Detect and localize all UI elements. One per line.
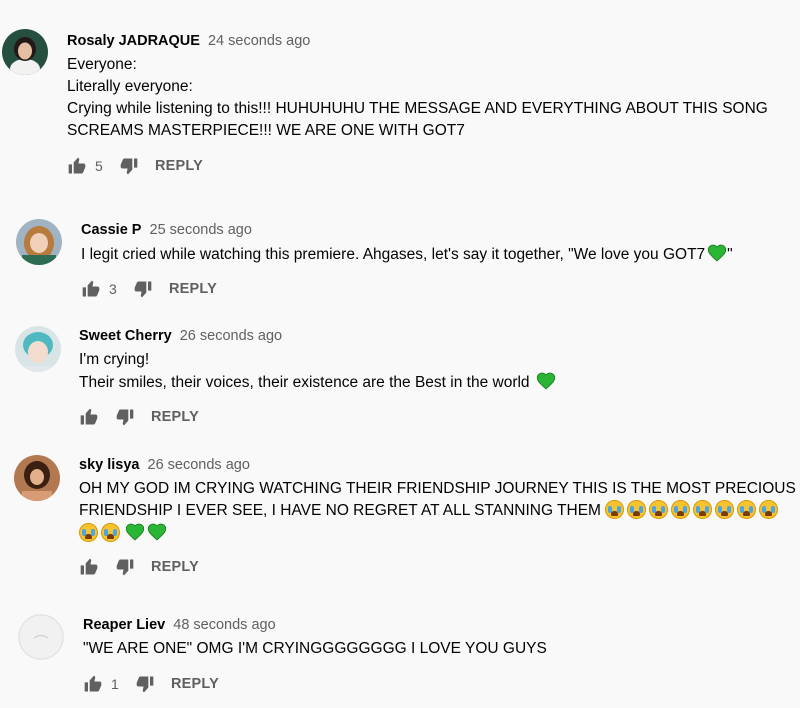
avatar[interactable] bbox=[15, 326, 61, 372]
green-heart-icon bbox=[147, 522, 167, 542]
comment-actions: REPLY bbox=[79, 555, 199, 579]
comment-actions: 1 REPLY bbox=[83, 672, 219, 696]
thumb-up-icon bbox=[79, 407, 99, 427]
green-heart-icon bbox=[707, 243, 727, 263]
dislike-button[interactable] bbox=[115, 557, 135, 577]
comment-actions: 5 REPLY bbox=[67, 154, 203, 178]
thumb-down-icon bbox=[119, 156, 139, 176]
comment-text-line: Crying while listening to this!!! HUHUHU… bbox=[67, 100, 768, 117]
crying-face-icon bbox=[101, 523, 120, 542]
thumb-down-icon bbox=[115, 407, 135, 427]
crying-face-icon bbox=[649, 500, 669, 519]
comment-timestamp[interactable]: 26 seconds ago bbox=[148, 457, 250, 473]
thumb-up-icon bbox=[81, 279, 101, 299]
like-button[interactable]: 1 bbox=[83, 674, 129, 694]
thumb-up-icon bbox=[79, 557, 99, 577]
reply-button[interactable]: REPLY bbox=[169, 281, 217, 297]
reply-button[interactable]: REPLY bbox=[155, 158, 203, 174]
reply-button[interactable]: REPLY bbox=[151, 559, 199, 575]
crying-face-icon bbox=[79, 523, 98, 542]
like-button[interactable]: 5 bbox=[67, 156, 113, 176]
comment-text: OH MY GOD IM CRYING WATCHING THEIR FRIEN… bbox=[79, 478, 799, 545]
comment-author[interactable]: Sweet Cherry bbox=[79, 328, 172, 344]
comment-text: Everyone: Literally everyone: Crying whi… bbox=[67, 54, 787, 142]
reply-button[interactable]: REPLY bbox=[171, 676, 219, 692]
comment-text: I legit cried while watching this premie… bbox=[81, 243, 800, 266]
dislike-button[interactable] bbox=[133, 279, 153, 299]
dislike-button[interactable] bbox=[115, 407, 135, 427]
comment-text-line: "WE ARE ONE" OMG I'M CRYINGGGGGGGG I LOV… bbox=[83, 640, 547, 657]
comment-text-line: I legit cried while watching this premie… bbox=[81, 246, 706, 263]
reply-button[interactable]: REPLY bbox=[151, 409, 199, 425]
crying-face-icon bbox=[605, 500, 625, 519]
comment-text-line: I'm crying! bbox=[79, 351, 150, 368]
comment-text-line: " bbox=[727, 246, 733, 263]
comment-timestamp[interactable]: 25 seconds ago bbox=[150, 222, 252, 238]
thumb-up-icon bbox=[83, 674, 103, 694]
avatar[interactable] bbox=[14, 455, 60, 501]
comment-author[interactable]: Reaper Liev bbox=[83, 617, 165, 633]
comment-text: "WE ARE ONE" OMG I'M CRYINGGGGGGGG I LOV… bbox=[83, 638, 800, 660]
like-button[interactable] bbox=[79, 557, 99, 577]
green-heart-icon bbox=[536, 371, 556, 391]
thumb-up-icon bbox=[67, 156, 87, 176]
comment-text: I'm crying! Their smiles, their voices, … bbox=[79, 349, 799, 394]
crying-face-icon bbox=[759, 500, 779, 519]
avatar[interactable] bbox=[2, 29, 48, 75]
crying-face-icon bbox=[737, 500, 757, 519]
comment-text-line: OH MY GOD IM CRYING WATCHING THEIR FRIEN… bbox=[79, 480, 796, 497]
comment-text-line: SCREAMS MASTERPIECE!!! WE ARE ONE WITH G… bbox=[67, 122, 465, 139]
like-button[interactable]: 3 bbox=[81, 279, 127, 299]
dislike-button[interactable] bbox=[119, 156, 139, 176]
like-button[interactable] bbox=[79, 407, 99, 427]
comment-text-line: Literally everyone: bbox=[67, 78, 193, 95]
like-count: 1 bbox=[111, 676, 119, 692]
crying-face-icon bbox=[627, 500, 647, 519]
like-count: 5 bbox=[95, 158, 103, 174]
avatar[interactable] bbox=[16, 219, 62, 265]
thumb-down-icon bbox=[115, 557, 135, 577]
comment-author[interactable]: Cassie P bbox=[81, 222, 141, 238]
comment-author[interactable]: Rosaly JADRAQUE bbox=[67, 33, 200, 49]
comment-text-line: Their smiles, their voices, their existe… bbox=[79, 374, 530, 391]
comment-timestamp[interactable]: 48 seconds ago bbox=[173, 617, 275, 633]
thumb-down-icon bbox=[133, 279, 153, 299]
green-heart-icon bbox=[125, 522, 145, 542]
comment-text-line: FRIENDSHIP I EVER SEE, I HAVE NO REGRET … bbox=[79, 502, 601, 519]
avatar[interactable] bbox=[18, 614, 64, 660]
like-count: 3 bbox=[109, 281, 117, 297]
comment-author[interactable]: sky lisya bbox=[79, 457, 139, 473]
dislike-button[interactable] bbox=[135, 674, 155, 694]
thumb-down-icon bbox=[135, 674, 155, 694]
crying-face-icon bbox=[693, 500, 713, 519]
crying-face-icon bbox=[715, 500, 735, 519]
crying-face-icon bbox=[671, 500, 691, 519]
comment-timestamp[interactable]: 24 seconds ago bbox=[208, 33, 310, 49]
comment-actions: 3 REPLY bbox=[81, 277, 217, 301]
comment-actions: REPLY bbox=[79, 405, 199, 429]
comment-text-line: Everyone: bbox=[67, 56, 137, 73]
comment-timestamp[interactable]: 26 seconds ago bbox=[180, 328, 282, 344]
